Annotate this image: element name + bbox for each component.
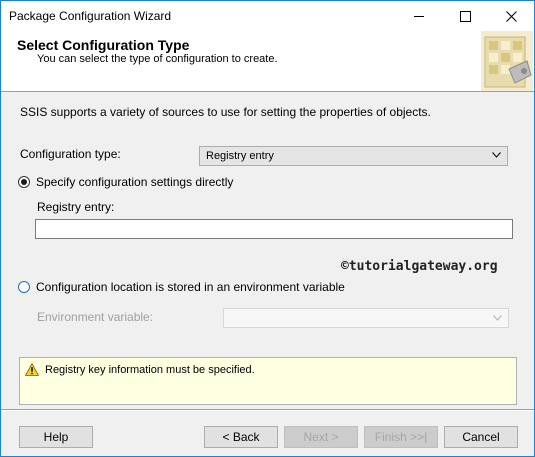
finish-button[interactable]: Finish >>| [364,426,438,448]
radio-button-unchecked[interactable] [18,281,30,293]
environment-variable-label: Environment variable: [37,310,154,324]
radio-button-checked[interactable] [18,176,30,188]
radio-specify-directly[interactable]: Specify configuration settings directly [18,175,233,189]
registry-entry-label: Registry entry: [37,200,115,214]
radio-environment-variable-label: Configuration location is stored in an e… [36,280,345,294]
message-text: Registry key information must be specifi… [45,364,255,376]
environment-variable-select[interactable] [223,308,509,328]
warning-icon [25,363,39,376]
maximize-button[interactable] [442,1,488,31]
radio-environment-variable[interactable]: Configuration location is stored in an e… [18,280,345,294]
window-title: Package Configuration Wizard [9,9,172,23]
message-panel: Registry key information must be specifi… [19,357,517,405]
next-button[interactable]: Next > [284,426,358,448]
configuration-type-value: Registry entry [206,150,274,162]
chevron-down-icon [493,315,502,321]
configuration-type-select[interactable]: Registry entry [199,146,508,166]
watermark-text: ©tutorialgateway.org [341,259,498,274]
minimize-icon [414,15,424,17]
page-title: Select Configuration Type [17,37,190,53]
title-bar[interactable]: Package Configuration Wizard [1,1,534,31]
maximize-icon [459,10,471,22]
registry-entry-input[interactable] [35,219,513,239]
wizard-window: Package Configuration Wizard Select Conf… [0,0,535,457]
description-text: SSIS supports a variety of sources to us… [20,105,431,119]
wizard-banner-icon [481,31,533,91]
help-button[interactable]: Help [19,426,93,448]
configuration-type-label: Configuration type: [20,147,121,161]
cancel-button[interactable]: Cancel [444,426,518,448]
radio-specify-directly-label: Specify configuration settings directly [36,175,234,189]
minimize-button[interactable] [396,1,442,31]
chevron-down-icon [492,152,501,158]
page-subtitle: You can select the type of configuration… [37,53,278,65]
close-button[interactable] [488,1,534,31]
footer-divider [1,409,534,411]
back-button[interactable]: < Back [204,426,278,448]
close-icon [505,10,517,22]
wizard-header: Select Configuration Type You can select… [1,31,534,92]
